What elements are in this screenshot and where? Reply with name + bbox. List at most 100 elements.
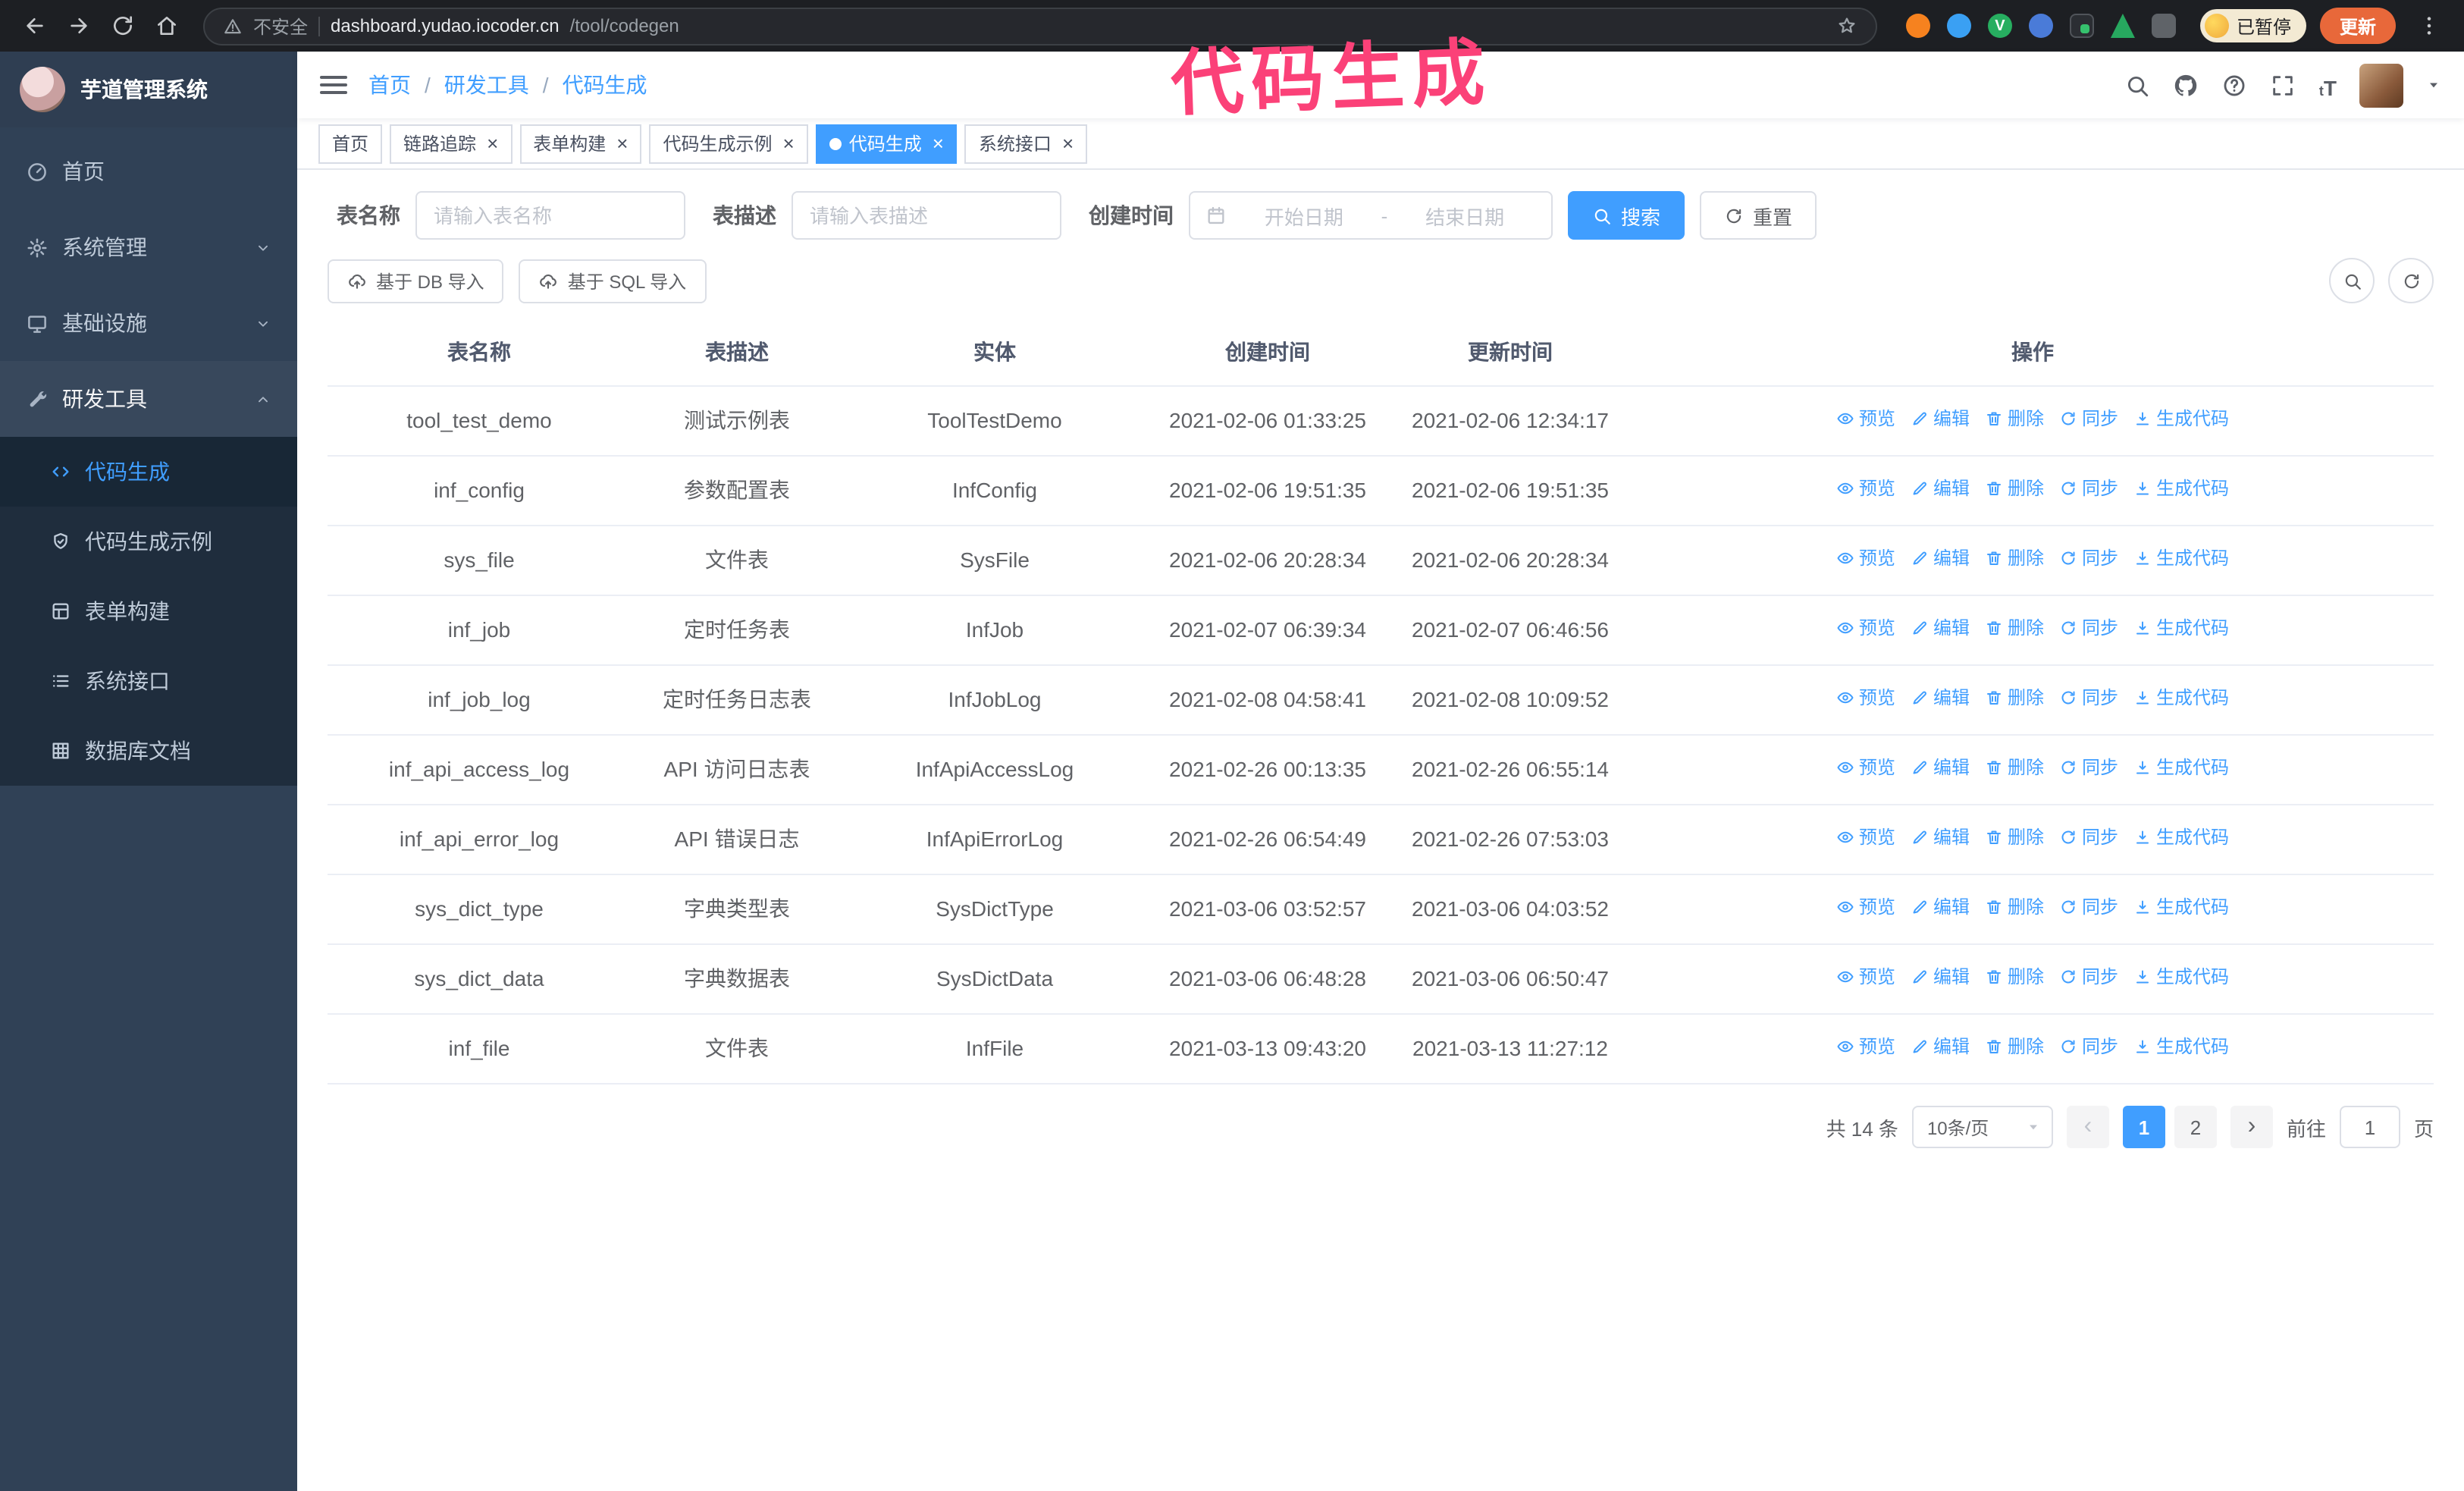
reload-icon[interactable] [103,6,143,46]
close-icon[interactable]: × [1062,133,1074,153]
sync-link[interactable]: 同步 [2059,684,2118,711]
sidebar-item-system[interactable]: 系统管理 [0,209,297,285]
breadcrumb-item[interactable]: 首页 [368,70,411,100]
search-icon[interactable] [2125,72,2151,98]
sidebar-subitem-system-api[interactable]: 系统接口 [0,646,297,716]
sync-link[interactable]: 同步 [2059,405,2118,432]
generate-code-link[interactable]: 生成代码 [2133,824,2229,851]
address-bar[interactable]: 不安全 dashboard.yudao.iocoder.cn/tool/code… [203,7,1877,45]
sync-link[interactable]: 同步 [2059,824,2118,851]
close-icon[interactable]: × [616,133,628,153]
edit-link[interactable]: 编辑 [1911,684,1970,711]
help-icon[interactable] [2222,72,2248,98]
delete-link[interactable]: 删除 [1985,963,2044,990]
tab-codegen[interactable]: 代码生成 × [815,124,958,163]
preview-link[interactable]: 预览 [1836,754,1895,781]
fullscreen-icon[interactable] [2271,72,2296,98]
extension-icon[interactable] [2028,14,2053,38]
sync-link[interactable]: 同步 [2059,893,2118,921]
bookmark-star-icon[interactable] [1836,15,1857,36]
github-icon[interactable] [2174,72,2199,98]
extension-icon[interactable] [2069,14,2094,38]
delete-link[interactable]: 删除 [1985,754,2044,781]
prev-page-button[interactable]: ‹ [2066,1106,2109,1148]
logo[interactable]: 芋道管理系统 [0,52,297,127]
generate-code-link[interactable]: 生成代码 [2133,684,2229,711]
close-icon[interactable]: × [487,133,498,153]
sync-link[interactable]: 同步 [2059,614,2118,642]
edit-link[interactable]: 编辑 [1911,405,1970,432]
user-avatar[interactable] [2359,63,2403,107]
extension-icon[interactable] [1987,14,2012,38]
edit-link[interactable]: 编辑 [1911,614,1970,642]
generate-code-link[interactable]: 生成代码 [2133,545,2229,572]
generate-code-link[interactable]: 生成代码 [2133,1033,2229,1060]
extension-icon[interactable] [1905,14,1930,38]
import-sql-button[interactable]: 基于 SQL 导入 [519,259,707,303]
page-size-select[interactable]: 10条/页 [1911,1106,2053,1148]
refresh-table-button[interactable] [2388,258,2434,303]
tab-home[interactable]: 首页 [318,124,383,163]
extension-icon[interactable] [2110,14,2135,38]
table-desc-input[interactable] [792,191,1061,240]
paused-badge[interactable]: 已暂停 [2199,9,2306,42]
edit-link[interactable]: 编辑 [1911,1033,1970,1060]
preview-link[interactable]: 预览 [1836,405,1895,432]
tab-tracing[interactable]: 链路追踪 × [390,124,513,163]
sidebar-subitem-codegen-demo[interactable]: 代码生成示例 [0,507,297,576]
tab-form-builder[interactable]: 表单构建 × [519,124,642,163]
preview-link[interactable]: 预览 [1836,893,1895,921]
sidebar-item-infra[interactable]: 基础设施 [0,285,297,361]
delete-link[interactable]: 删除 [1985,1033,2044,1060]
delete-link[interactable]: 删除 [1985,614,2044,642]
generate-code-link[interactable]: 生成代码 [2133,963,2229,990]
goto-page-input[interactable] [2339,1106,2400,1148]
sync-link[interactable]: 同步 [2059,754,2118,781]
edit-link[interactable]: 编辑 [1911,893,1970,921]
preview-link[interactable]: 预览 [1836,684,1895,711]
generate-code-link[interactable]: 生成代码 [2133,614,2229,642]
browser-menu-icon[interactable] [2409,6,2449,46]
generate-code-link[interactable]: 生成代码 [2133,893,2229,921]
close-icon[interactable]: × [933,133,944,153]
home-icon[interactable] [147,6,187,46]
generate-code-link[interactable]: 生成代码 [2133,754,2229,781]
delete-link[interactable]: 删除 [1985,824,2044,851]
sidebar-subitem-form-builder[interactable]: 表单构建 [0,576,297,646]
delete-link[interactable]: 删除 [1985,893,2044,921]
page-button-1[interactable]: 1 [2122,1106,2165,1148]
extension-icon[interactable] [2151,14,2176,38]
sidebar-toggle-icon[interactable] [320,76,347,94]
search-button[interactable]: 搜索 [1568,191,1685,240]
generate-code-link[interactable]: 生成代码 [2133,405,2229,432]
sidebar-subitem-codegen[interactable]: 代码生成 [0,437,297,507]
extension-icon[interactable] [1946,14,1971,38]
sidebar-subitem-db-doc[interactable]: 数据库文档 [0,716,297,786]
tab-codegen-demo[interactable]: 代码生成示例 × [649,124,808,163]
table-name-input[interactable] [415,191,685,240]
preview-link[interactable]: 预览 [1836,614,1895,642]
tab-system-api[interactable]: 系统接口 × [964,124,1088,163]
preview-link[interactable]: 预览 [1836,963,1895,990]
edit-link[interactable]: 编辑 [1911,545,1970,572]
sync-link[interactable]: 同步 [2059,963,2118,990]
update-button[interactable]: 更新 [2319,8,2396,44]
sync-link[interactable]: 同步 [2059,1033,2118,1060]
generate-code-link[interactable]: 生成代码 [2133,475,2229,502]
preview-link[interactable]: 预览 [1836,475,1895,502]
delete-link[interactable]: 删除 [1985,545,2044,572]
edit-link[interactable]: 编辑 [1911,824,1970,851]
delete-link[interactable]: 删除 [1985,405,2044,432]
sidebar-item-home[interactable]: 首页 [0,133,297,209]
sync-link[interactable]: 同步 [2059,545,2118,572]
delete-link[interactable]: 删除 [1985,475,2044,502]
date-range-picker[interactable]: 开始日期 - 结束日期 [1189,191,1553,240]
reset-button[interactable]: 重置 [1700,191,1817,240]
back-icon[interactable] [15,6,55,46]
edit-link[interactable]: 编辑 [1911,475,1970,502]
preview-link[interactable]: 预览 [1836,1033,1895,1060]
forward-icon[interactable] [59,6,99,46]
delete-link[interactable]: 删除 [1985,684,2044,711]
preview-link[interactable]: 预览 [1836,545,1895,572]
font-size-icon[interactable]: tT [2319,72,2337,98]
